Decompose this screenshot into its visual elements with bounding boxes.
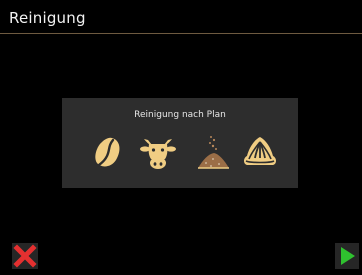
play-arrow-icon [341, 247, 355, 265]
panel-title: Reinigung nach Plan [134, 110, 226, 120]
coffee-bean-icon [88, 132, 128, 172]
next-button[interactable] [335, 243, 359, 269]
header-bar: Reinigung [0, 0, 362, 34]
cancel-button[interactable] [12, 243, 38, 269]
cow-milk-icon [138, 132, 178, 172]
cleaning-powder-icon [193, 132, 233, 172]
header-divider [0, 33, 362, 34]
page-title: Reinigung [9, 9, 86, 27]
milk-foam-icon [240, 132, 280, 172]
close-icon [13, 244, 37, 268]
cleaning-panel: Reinigung nach Plan [62, 98, 298, 188]
cleaning-icons [62, 132, 298, 172]
